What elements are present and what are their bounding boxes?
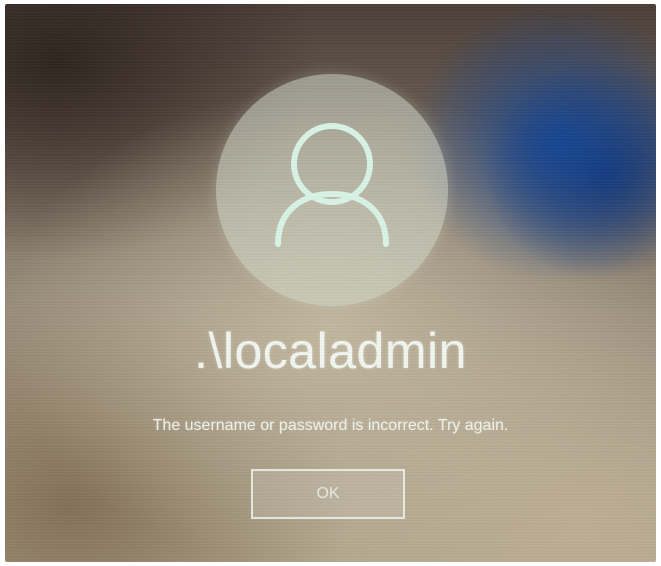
ok-button[interactable]: OK	[251, 469, 405, 519]
username-label: .\localadmin	[194, 323, 467, 379]
error-message: The username or password is incorrect. T…	[152, 417, 509, 434]
ok-button-label: OK	[316, 485, 340, 502]
user-avatar	[216, 74, 448, 306]
login-screen: .\localadmin The username or password is…	[5, 4, 656, 562]
user-icon	[275, 123, 389, 247]
